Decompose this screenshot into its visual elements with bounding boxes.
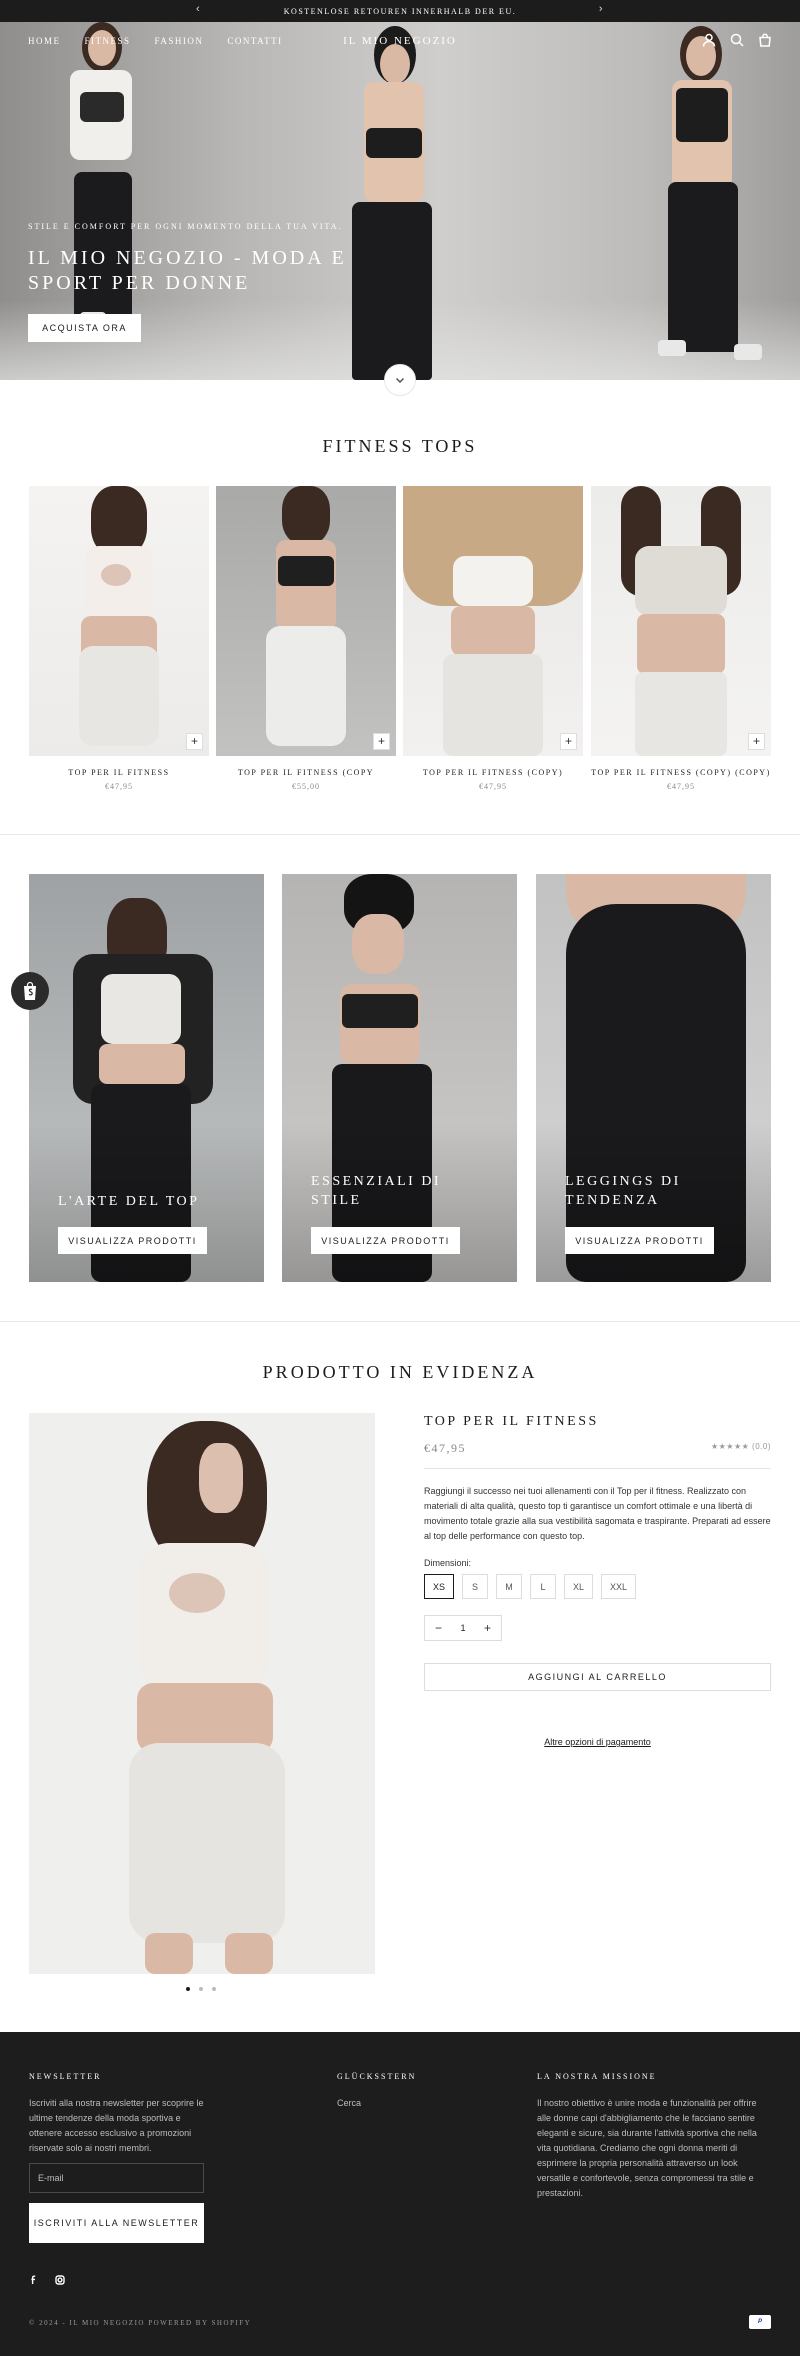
product-price: €55,00: [292, 782, 320, 791]
product-image[interactable]: +: [403, 486, 583, 756]
featured-title: PRODOTTO IN EVIDENZA: [262, 1362, 538, 1382]
add-to-cart-button[interactable]: AGGIUNGI AL CARRELLO: [424, 1663, 771, 1691]
product-divider: [424, 1468, 771, 1469]
rating-text: (0.0): [752, 1442, 771, 1451]
footer-col2-heading: GLÜCKSSTERN: [337, 2072, 417, 2081]
nav-fitness[interactable]: FITNESS: [85, 36, 131, 46]
collection-card[interactable]: L'ARTE DEL TOP VISUALIZZA PRODOTTI: [29, 874, 264, 1282]
product-name[interactable]: TOP PER IL FITNESS (COPY): [403, 768, 583, 777]
nav-contatti[interactable]: CONTATTI: [227, 36, 282, 46]
product-description: Raggiungi il successo nei tuoi allenamen…: [424, 1486, 771, 1541]
chevron-down-icon: [395, 377, 405, 384]
size-label: Dimensioni:: [424, 1558, 472, 1568]
hero-subtitle: STILE E COMFORT PER OGNI MOMENTO DELLA T…: [28, 222, 343, 231]
size-option-m[interactable]: M: [496, 1574, 523, 1599]
product-card[interactable]: + TOP PER IL FITNESS (COPY) €47,95: [403, 486, 583, 791]
quick-add-button[interactable]: +: [560, 733, 577, 750]
size-option-xxl[interactable]: XXL: [601, 1574, 637, 1599]
rating-stars-icon: ★★★★★: [710, 1442, 750, 1451]
hero-model-right: [636, 22, 766, 380]
fitness-tops-title: FITNESS TOPS: [322, 436, 478, 456]
footer: NEWSLETTER Iscriviti alla nostra newslet…: [0, 2032, 800, 2356]
search-icon[interactable]: [730, 33, 744, 47]
more-payment-options-link[interactable]: Altre opzioni di pagamento: [424, 1737, 771, 1747]
plus-icon[interactable]: +: [484, 1621, 491, 1635]
nav-fashion[interactable]: FASHION: [155, 36, 204, 46]
product-image[interactable]: +: [216, 486, 396, 756]
gallery-dot[interactable]: [212, 1987, 216, 1991]
account-icon[interactable]: [702, 33, 716, 47]
size-selector: XS S M L XL XXL: [424, 1574, 637, 1599]
view-products-button[interactable]: VISUALIZZA PRODOTTI: [311, 1227, 460, 1254]
product-card[interactable]: + TOP PER IL FITNESS €47,95: [29, 486, 209, 791]
product-card[interactable]: + TOP PER IL FITNESS (COPY) (COPY) €47,9…: [591, 486, 771, 791]
product-name[interactable]: TOP PER IL FITNESS (COPY: [216, 768, 396, 777]
main-nav: HOME FITNESS FASHION CONTATTI: [28, 36, 283, 46]
chevron-right-icon[interactable]: ›: [599, 3, 604, 15]
collection-title: ESSENZIALI DI STILE: [311, 1174, 442, 1208]
product-title: TOP PER IL FITNESS: [424, 1414, 599, 1429]
mission-text: Il nostro obiettivo è unire moda e funzi…: [537, 2098, 757, 2198]
shopify-bag-icon: [24, 981, 36, 1000]
subscribe-button[interactable]: ISCRIVITI ALLA NEWSLETTER: [29, 2203, 204, 2243]
size-option-xs[interactable]: XS: [424, 1574, 455, 1599]
nav-home[interactable]: HOME: [28, 36, 61, 46]
gallery-dots: [186, 1987, 216, 1991]
product-price: €47,95: [667, 782, 695, 791]
cart-icon[interactable]: [758, 33, 772, 47]
product-price: €47,95: [479, 782, 507, 791]
instagram-icon[interactable]: [55, 2275, 65, 2285]
gallery-dot[interactable]: [199, 1987, 203, 1991]
social-links: [29, 2275, 65, 2285]
email-field[interactable]: E-mail: [29, 2163, 204, 2193]
product-image[interactable]: +: [591, 486, 771, 756]
quick-add-button[interactable]: +: [373, 733, 390, 750]
facebook-icon[interactable]: [29, 2275, 39, 2285]
product-rating[interactable]: ★★★★★ (0.0): [711, 1442, 771, 1451]
product-name[interactable]: TOP PER IL FITNESS: [29, 768, 209, 777]
view-products-button[interactable]: VISUALIZZA PRODOTTI: [58, 1227, 207, 1254]
section-divider: [0, 834, 800, 835]
product-price: €47,95: [105, 782, 133, 791]
hero-title: IL MIO NEGOZIO - MODA E SPORT PER DONNE: [28, 247, 347, 294]
collection-title: L'ARTE DEL TOP: [58, 1194, 200, 1209]
mission-heading: LA NOSTRA MISSIONE: [537, 2072, 657, 2081]
quick-add-button[interactable]: +: [186, 733, 203, 750]
header-icons: [702, 33, 772, 47]
minus-icon[interactable]: −: [435, 1621, 442, 1635]
quantity-value[interactable]: 1: [460, 1623, 465, 1633]
featured-product-image[interactable]: [29, 1413, 375, 1974]
product-name[interactable]: TOP PER IL FITNESS (COPY) (COPY): [591, 768, 771, 777]
gallery-dot[interactable]: [186, 1987, 190, 1991]
view-products-button[interactable]: VISUALIZZA PRODOTTI: [565, 1227, 714, 1254]
announcement-bar: ‹ KOSTENLOSE RETOUREN INNERHALB DER EU. …: [0, 0, 800, 22]
announcement-text: KOSTENLOSE RETOUREN INNERHALB DER EU.: [283, 6, 517, 16]
collection-card[interactable]: LEGGINGS DI TENDENZA VISUALIZZA PRODOTTI: [536, 874, 771, 1282]
shopify-badge[interactable]: [11, 972, 49, 1010]
footer-search-link[interactable]: Cerca: [337, 2096, 361, 2111]
product-price: €47,95: [424, 1441, 466, 1455]
size-option-xl[interactable]: XL: [564, 1574, 594, 1599]
product-card[interactable]: + TOP PER IL FITNESS (COPY €55,00: [216, 486, 396, 791]
size-option-s[interactable]: S: [462, 1574, 489, 1599]
size-option-l[interactable]: L: [530, 1574, 557, 1599]
quantity-stepper: − 1 +: [424, 1615, 502, 1641]
scroll-down-button[interactable]: [384, 364, 416, 396]
quick-add-button[interactable]: +: [748, 733, 765, 750]
chevron-left-icon[interactable]: ‹: [196, 3, 201, 15]
hero-model-center: [328, 22, 458, 380]
newsletter-heading: NEWSLETTER: [29, 2072, 102, 2081]
paypal-icon: P: [749, 2315, 771, 2329]
product-image[interactable]: +: [29, 486, 209, 756]
collection-card[interactable]: ESSENZIALI DI STILE VISUALIZZA PRODOTTI: [282, 874, 517, 1282]
newsletter-text: Iscriviti alla nostra newsletter per sco…: [29, 2098, 204, 2153]
copyright: © 2024 - IL MIO NEGOZIO POWERED BY SHOPI…: [29, 2319, 252, 2327]
section-divider: [0, 1321, 800, 1322]
collection-title: LEGGINGS DI TENDENZA: [565, 1174, 681, 1208]
shop-now-button[interactable]: ACQUISTA ORA: [28, 314, 141, 342]
